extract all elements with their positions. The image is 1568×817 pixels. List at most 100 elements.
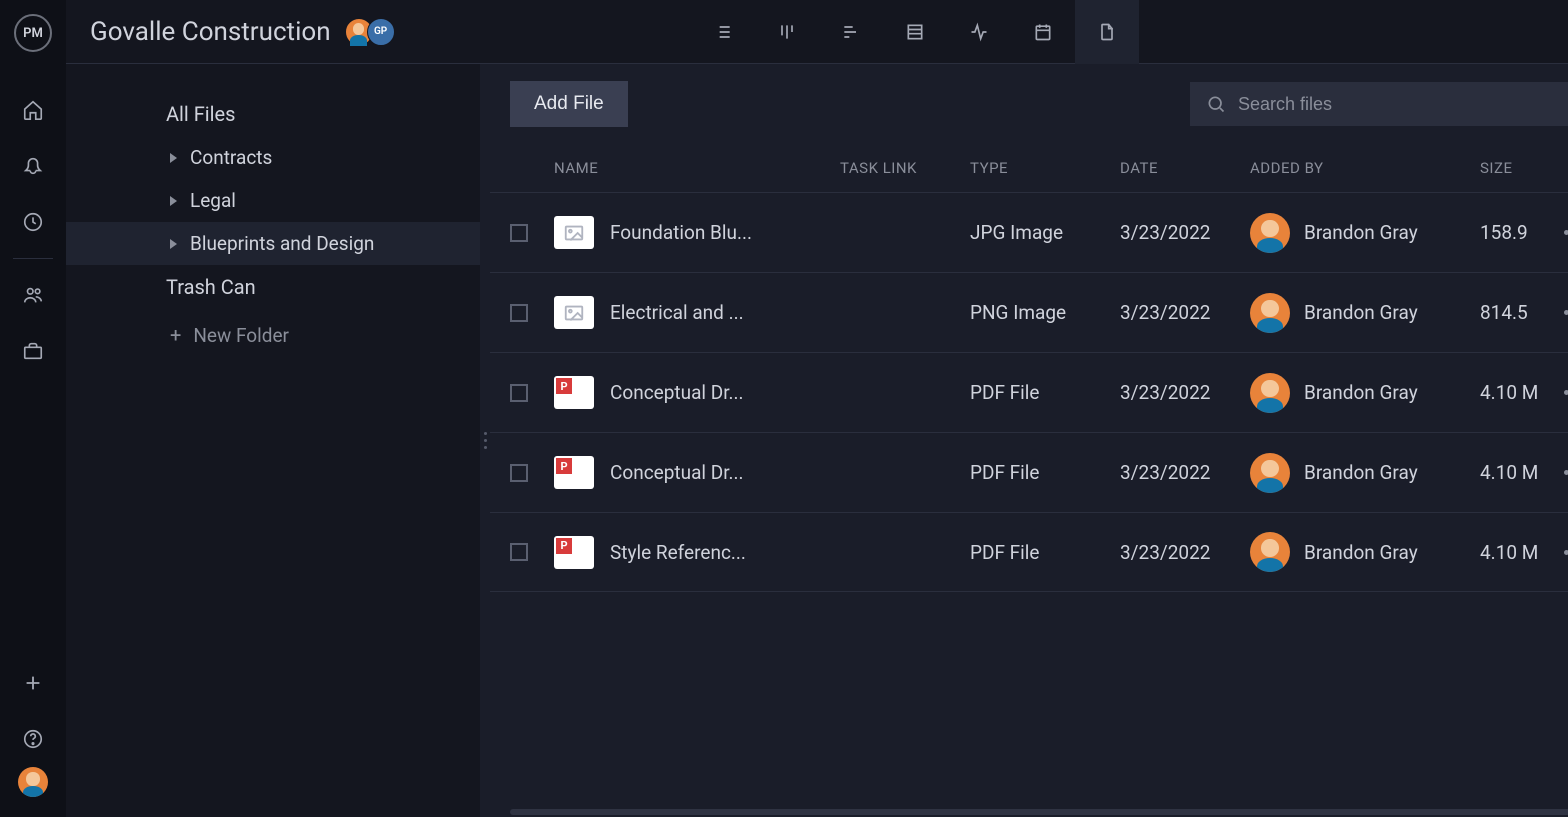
table-row[interactable]: Conceptual Dr...PDF File3/23/2022Brandon… — [490, 432, 1568, 512]
left-rail: PM — [0, 0, 66, 817]
file-table: NAME TASK LINK TYPE DATE ADDED BY SIZE F… — [490, 144, 1568, 807]
file-thumb-icon — [554, 216, 594, 249]
file-type: PDF File — [970, 541, 1120, 564]
avatar — [1250, 532, 1290, 572]
list-view-icon[interactable] — [691, 0, 755, 64]
chevron-right-icon — [170, 153, 177, 163]
table-header: NAME TASK LINK TYPE DATE ADDED BY SIZE — [490, 144, 1568, 192]
help-icon[interactable] — [0, 711, 66, 767]
files-view-icon[interactable] — [1075, 0, 1139, 64]
more-actions-icon[interactable] — [1564, 470, 1568, 475]
col-task[interactable]: TASK LINK — [840, 159, 970, 177]
splitter-handle[interactable] — [480, 64, 490, 817]
row-checkbox[interactable] — [510, 224, 528, 242]
file-date: 3/23/2022 — [1120, 301, 1250, 324]
bell-icon[interactable] — [0, 138, 66, 194]
horizontal-scrollbar[interactable] — [490, 807, 1568, 817]
sidebar-item-blueprints[interactable]: Blueprints and Design — [66, 222, 480, 265]
row-checkbox[interactable] — [510, 304, 528, 322]
table-row[interactable]: Style Referenc... PDF File3/23/2022 Brando… — [490, 512, 1568, 592]
avatar — [1250, 213, 1290, 253]
people-icon[interactable] — [0, 267, 66, 323]
col-added-by[interactable]: ADDED BY — [1250, 159, 1480, 177]
more-actions-icon[interactable] — [1564, 390, 1568, 395]
file-size: 4.10 M — [1480, 461, 1550, 484]
avatar — [1250, 453, 1290, 493]
board-view-icon[interactable] — [755, 0, 819, 64]
sidebar-item-label: Blueprints and Design — [190, 232, 374, 255]
file-date: 3/23/2022 — [1120, 381, 1250, 404]
more-actions-icon[interactable] — [1564, 310, 1568, 315]
more-actions-icon[interactable] — [1564, 550, 1568, 555]
col-name[interactable]: NAME — [550, 159, 840, 177]
file-thumb-icon — [554, 296, 594, 329]
file-date: 3/23/2022 — [1120, 221, 1250, 244]
table-row[interactable]: Conceptual Dr...PDF File3/23/2022Brandon… — [490, 352, 1568, 432]
new-folder-button[interactable]: + New Folder — [66, 309, 480, 357]
file-type: JPG Image — [970, 221, 1120, 244]
file-size: 814.5 — [1480, 301, 1550, 324]
more-actions-icon[interactable] — [1564, 230, 1568, 235]
added-by-name: Brandon Gray — [1304, 541, 1418, 564]
body: All Files Contracts Legal Blueprints and… — [66, 64, 1568, 817]
avatar — [1250, 293, 1290, 333]
search-icon — [1206, 94, 1226, 114]
content: Add File NAME TASK LINK TYPE DATE ADDED … — [490, 64, 1568, 817]
file-date: 3/23/2022 — [1120, 461, 1250, 484]
file-thumb-icon — [554, 456, 594, 489]
file-size: 4.10 M — [1480, 381, 1550, 404]
gantt-view-icon[interactable] — [819, 0, 883, 64]
avatar — [1250, 373, 1290, 413]
plus-icon[interactable] — [0, 655, 66, 711]
activity-view-icon[interactable] — [947, 0, 1011, 64]
avatar[interactable] — [345, 18, 373, 46]
file-name: Foundation Blu... — [610, 221, 752, 244]
app-logo[interactable]: PM — [14, 14, 52, 52]
clock-icon[interactable] — [0, 194, 66, 250]
sidebar-item-contracts[interactable]: Contracts — [66, 136, 480, 179]
table-row[interactable]: Electrical and ... PNG Image3/23/2022 Bran… — [490, 272, 1568, 352]
new-folder-label: New Folder — [193, 324, 289, 347]
briefcase-icon[interactable] — [0, 323, 66, 379]
file-thumb-icon — [554, 376, 594, 409]
file-name: Style Referenc... — [610, 541, 746, 564]
file-name: Conceptual Dr... — [610, 461, 744, 484]
added-by-name: Brandon Gray — [1304, 301, 1418, 324]
toolbar: Add File — [490, 64, 1568, 144]
col-type[interactable]: TYPE — [970, 159, 1120, 177]
file-name: Electrical and ... — [610, 301, 744, 324]
user-avatar[interactable] — [18, 767, 48, 797]
row-checkbox[interactable] — [510, 384, 528, 402]
add-file-button[interactable]: Add File — [510, 81, 628, 127]
file-size: 158.9 — [1480, 221, 1550, 244]
sidebar-item-label: Legal — [190, 189, 236, 212]
sidebar-item-trash[interactable]: Trash Can — [66, 265, 480, 309]
rail-divider — [13, 258, 53, 259]
search-input[interactable] — [1238, 94, 1568, 115]
sidebar-item-all-files[interactable]: All Files — [66, 92, 480, 136]
header-avatars[interactable]: GP — [351, 18, 395, 46]
file-type: PNG Image — [970, 301, 1120, 324]
row-checkbox[interactable] — [510, 464, 528, 482]
search-box[interactable] — [1190, 82, 1568, 126]
folder-sidebar: All Files Contracts Legal Blueprints and… — [66, 64, 480, 817]
home-icon[interactable] — [0, 82, 66, 138]
file-type: PDF File — [970, 381, 1120, 404]
chevron-right-icon — [170, 196, 177, 206]
plus-icon: + — [170, 323, 181, 347]
added-by-name: Brandon Gray — [1304, 461, 1418, 484]
col-date[interactable]: DATE — [1120, 159, 1250, 177]
file-size: 4.10 M — [1480, 541, 1550, 564]
table-row[interactable]: Foundation Blu... JPG Image3/23/2022 Brand… — [490, 192, 1568, 272]
main: Govalle Construction GP All Files Contra… — [66, 0, 1568, 817]
col-size[interactable]: SIZE — [1480, 159, 1550, 177]
file-date: 3/23/2022 — [1120, 541, 1250, 564]
sidebar-item-legal[interactable]: Legal — [66, 179, 480, 222]
row-checkbox[interactable] — [510, 543, 528, 561]
header: Govalle Construction GP — [66, 0, 1568, 64]
chevron-right-icon — [170, 239, 177, 249]
sidebar-item-label: Contracts — [190, 146, 272, 169]
added-by-name: Brandon Gray — [1304, 221, 1418, 244]
calendar-view-icon[interactable] — [1011, 0, 1075, 64]
sheet-view-icon[interactable] — [883, 0, 947, 64]
